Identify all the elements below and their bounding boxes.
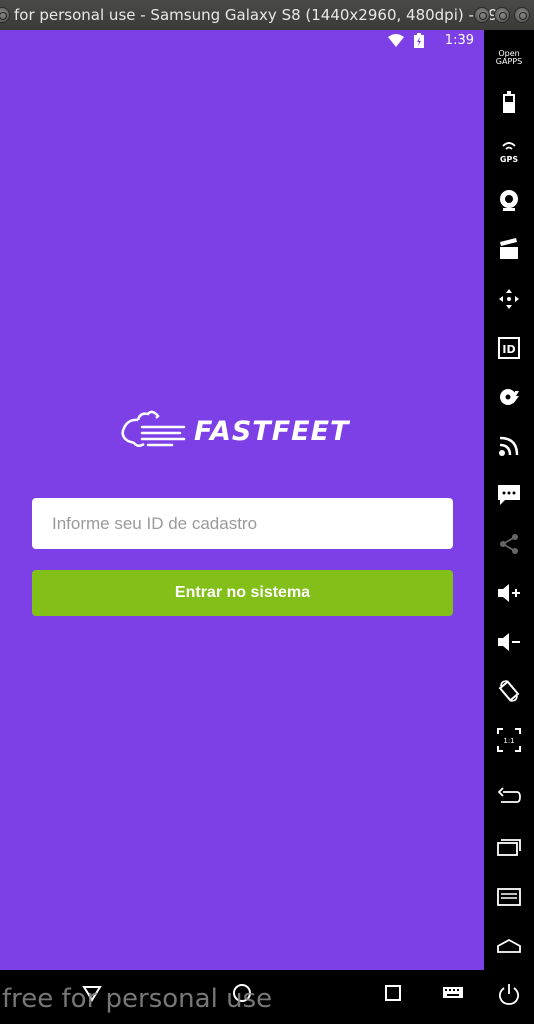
camera-icon[interactable] [484,180,534,220]
brand-name: FASTFEET [194,416,350,447]
recents-square-icon[interactable] [383,983,403,1003]
battery-icon[interactable] [484,82,534,122]
cast-icon[interactable] [484,426,534,466]
wifi-icon [388,34,404,47]
restore-window-button[interactable] [514,7,530,23]
share-icon[interactable] [484,524,534,564]
maximize-window-button[interactable] [494,7,510,23]
open-gapps-icon[interactable]: Open GAPPS [484,38,534,78]
pixel-perfect-icon[interactable]: 1:1 [484,720,534,760]
id-icon[interactable]: ID [484,328,534,368]
status-bar: 1:39 [0,30,484,52]
media-clapper-icon[interactable] [484,229,534,269]
fastfeet-logo: FASTFEET [120,410,360,454]
id-input[interactable] [32,498,453,549]
gps-label: GPS [500,155,518,164]
power-icon[interactable] [484,974,534,1014]
minimize-window-button[interactable] [474,7,490,23]
back-icon[interactable] [484,777,534,817]
window-title-bar: for personal use - Samsung Galaxy S8 (14… [0,0,534,30]
window-title: for personal use - Samsung Galaxy S8 (14… [14,6,498,24]
close-window-button[interactable] [0,7,10,23]
phone-screen: 1:39 FASTFEET Entrar no sistema [0,30,484,970]
rotate-icon[interactable] [484,671,534,711]
delivery-cloud-icon [121,410,186,447]
open-gapps-label: Open GAPPS [495,49,523,66]
volume-down-icon[interactable] [484,622,534,662]
scale-label: 1:1 [503,737,514,745]
message-icon[interactable] [484,475,534,515]
keyboard-icon[interactable] [442,983,464,1003]
menu-icon[interactable] [484,877,534,917]
id-label: ID [502,343,515,356]
recent-apps-icon[interactable] [484,827,534,867]
volume-up-icon[interactable] [484,573,534,613]
disk-io-icon[interactable] [484,377,534,417]
battery-charging-icon [414,33,424,48]
move-dpad-icon[interactable] [484,279,534,319]
login-button[interactable]: Entrar no sistema [32,570,453,616]
watermark-text: free for personal use [2,984,273,1014]
emulator-side-toolbar: Open GAPPS GPS ID 1:1 [484,30,534,1024]
home-icon[interactable] [484,926,534,966]
gps-icon[interactable]: GPS [484,132,534,172]
clock: 1:39 [444,33,474,48]
